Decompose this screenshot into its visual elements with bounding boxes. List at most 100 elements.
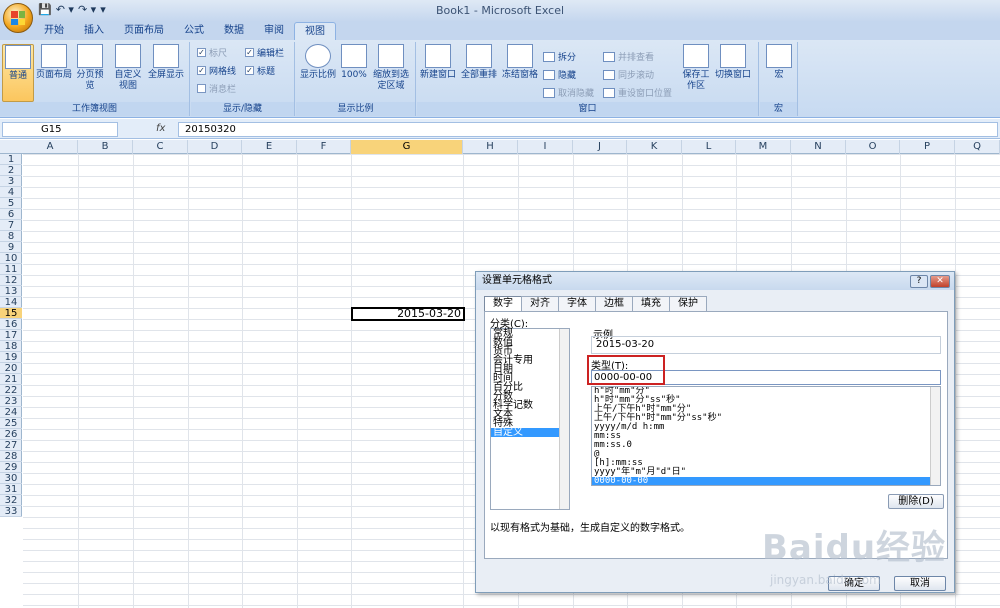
undo-icon[interactable]: ↶ ▾ — [56, 3, 74, 16]
column-header-K[interactable]: K — [627, 140, 682, 154]
row-header-16[interactable]: 16 — [0, 319, 22, 330]
row-header-6[interactable]: 6 — [0, 209, 22, 220]
redo-icon[interactable]: ↷ ▾ — [78, 3, 96, 16]
cancel-button[interactable]: 取消 — [894, 576, 946, 591]
row-header-11[interactable]: 11 — [0, 264, 22, 275]
format-list[interactable]: h"时"mm"分" h"时"mm"分"ss"秒" 上午/下午h"时"mm"分" 上午/… — [591, 386, 941, 486]
category-list[interactable]: 常规 数值 货币 会计专用 日期 时间 百分比 分数 科学记数 文本 特殊 自定义 — [490, 328, 570, 510]
ok-button[interactable]: 确定 — [828, 576, 880, 591]
gridlines-checkbox[interactable]: ✓ 网格线 — [197, 64, 236, 77]
row-header-17[interactable]: 17 — [0, 330, 22, 341]
row-header-29[interactable]: 29 — [0, 462, 22, 473]
tab-number[interactable]: 数字 — [484, 296, 522, 312]
row-header-22[interactable]: 22 — [0, 385, 22, 396]
switch-windows-button[interactable]: 切换窗口 — [713, 44, 753, 81]
row-header-15[interactable]: 15 — [0, 308, 22, 319]
zoom-button[interactable]: 显示比例 — [298, 44, 338, 81]
row-header-28[interactable]: 28 — [0, 451, 22, 462]
macros-button[interactable]: 宏 — [764, 44, 794, 81]
row-header-7[interactable]: 7 — [0, 220, 22, 231]
row-header-14[interactable]: 14 — [0, 297, 22, 308]
ruler-checkbox[interactable]: ✓ 标尺 — [197, 46, 227, 59]
office-button[interactable] — [3, 3, 33, 33]
reset-position-button[interactable]: 重设窗口位置 — [603, 86, 672, 99]
format-item[interactable]: yyyy/m/d h:mm — [592, 423, 940, 432]
column-header-G[interactable]: G — [351, 140, 463, 154]
column-header-I[interactable]: I — [518, 140, 573, 154]
tab-view[interactable]: 视图 — [294, 22, 336, 40]
column-header-F[interactable]: F — [297, 140, 351, 154]
row-header-10[interactable]: 10 — [0, 253, 22, 264]
row-header-24[interactable]: 24 — [0, 407, 22, 418]
tab-data[interactable]: 数据 — [214, 22, 254, 40]
format-item[interactable]: mm:ss — [592, 432, 940, 441]
row-header-1[interactable]: 1 — [0, 154, 22, 165]
row-header-13[interactable]: 13 — [0, 286, 22, 297]
row-header-3[interactable]: 3 — [0, 176, 22, 187]
close-button[interactable]: ✕ — [930, 275, 950, 288]
row-header-33[interactable]: 33 — [0, 506, 22, 517]
row-header-21[interactable]: 21 — [0, 374, 22, 385]
format-item[interactable]: 0000-00-00 — [592, 477, 940, 485]
row-header-2[interactable]: 2 — [0, 165, 22, 176]
row-header-12[interactable]: 12 — [0, 275, 22, 286]
new-window-button[interactable]: 新建窗口 — [419, 44, 457, 81]
row-header-26[interactable]: 26 — [0, 429, 22, 440]
row-header-9[interactable]: 9 — [0, 242, 22, 253]
hide-button[interactable]: 隐藏 — [543, 68, 576, 81]
help-button[interactable]: ? — [910, 275, 928, 288]
delete-button[interactable]: 删除(D) — [888, 494, 944, 509]
tab-border[interactable]: 边框 — [595, 296, 633, 311]
format-item[interactable]: mm:ss.0 — [592, 441, 940, 450]
arrange-all-button[interactable]: 全部重排 — [459, 44, 499, 81]
freeze-panes-button[interactable]: 冻结窗格 — [501, 44, 539, 81]
tab-formulas[interactable]: 公式 — [174, 22, 214, 40]
column-header-Q[interactable]: Q — [955, 140, 1000, 154]
zoom-100-button[interactable]: 100% — [340, 44, 368, 81]
column-header-O[interactable]: O — [846, 140, 900, 154]
row-header-30[interactable]: 30 — [0, 473, 22, 484]
tab-font[interactable]: 字体 — [558, 296, 596, 311]
row-header-27[interactable]: 27 — [0, 440, 22, 451]
name-box[interactable]: G15 — [2, 122, 118, 137]
active-cell[interactable]: 2015-03-20 — [351, 307, 465, 321]
save-workspace-button[interactable]: 保存工作区 — [681, 44, 711, 92]
unhide-button[interactable]: 取消隐藏 — [543, 86, 594, 99]
insert-function-button[interactable]: fx — [120, 122, 176, 137]
column-header-J[interactable]: J — [573, 140, 627, 154]
format-scrollbar[interactable] — [930, 387, 940, 485]
format-item[interactable]: @ — [592, 450, 940, 459]
normal-view-button[interactable]: 普通 — [2, 44, 34, 102]
custom-views-button[interactable]: 自定义视图 — [112, 44, 144, 92]
column-header-C[interactable]: C — [133, 140, 188, 154]
column-header-M[interactable]: M — [736, 140, 791, 154]
row-header-5[interactable]: 5 — [0, 198, 22, 209]
row-header-25[interactable]: 25 — [0, 418, 22, 429]
category-item[interactable]: 自定义 — [491, 428, 569, 438]
column-header-H[interactable]: H — [463, 140, 518, 154]
row-header-19[interactable]: 19 — [0, 352, 22, 363]
page-layout-view-button[interactable]: 页面布局 — [36, 44, 72, 81]
customize-qat-icon[interactable]: ▾ — [100, 3, 106, 16]
column-header-E[interactable]: E — [242, 140, 297, 154]
messagebar-checkbox[interactable]: 消息栏 — [197, 82, 236, 95]
tab-review[interactable]: 审阅 — [254, 22, 294, 40]
save-icon[interactable]: 💾 — [38, 3, 52, 16]
column-header-A[interactable]: A — [23, 140, 78, 154]
tab-insert[interactable]: 插入 — [74, 22, 114, 40]
column-header-L[interactable]: L — [682, 140, 736, 154]
tab-fill[interactable]: 填充 — [632, 296, 670, 311]
row-header-31[interactable]: 31 — [0, 484, 22, 495]
full-screen-button[interactable]: 全屏显示 — [146, 44, 186, 81]
row-header-4[interactable]: 4 — [0, 187, 22, 198]
column-header-P[interactable]: P — [900, 140, 955, 154]
zoom-to-selection-button[interactable]: 缩放到选定区域 — [370, 44, 412, 92]
formulabar-checkbox[interactable]: ✓ 编辑栏 — [245, 46, 284, 59]
page-break-preview-button[interactable]: 分页预览 — [76, 44, 104, 92]
row-header-23[interactable]: 23 — [0, 396, 22, 407]
side-by-side-button[interactable]: 并排查看 — [603, 50, 654, 63]
column-header-D[interactable]: D — [188, 140, 242, 154]
headings-checkbox[interactable]: ✓ 标题 — [245, 64, 275, 77]
column-header-N[interactable]: N — [791, 140, 846, 154]
row-header-8[interactable]: 8 — [0, 231, 22, 242]
